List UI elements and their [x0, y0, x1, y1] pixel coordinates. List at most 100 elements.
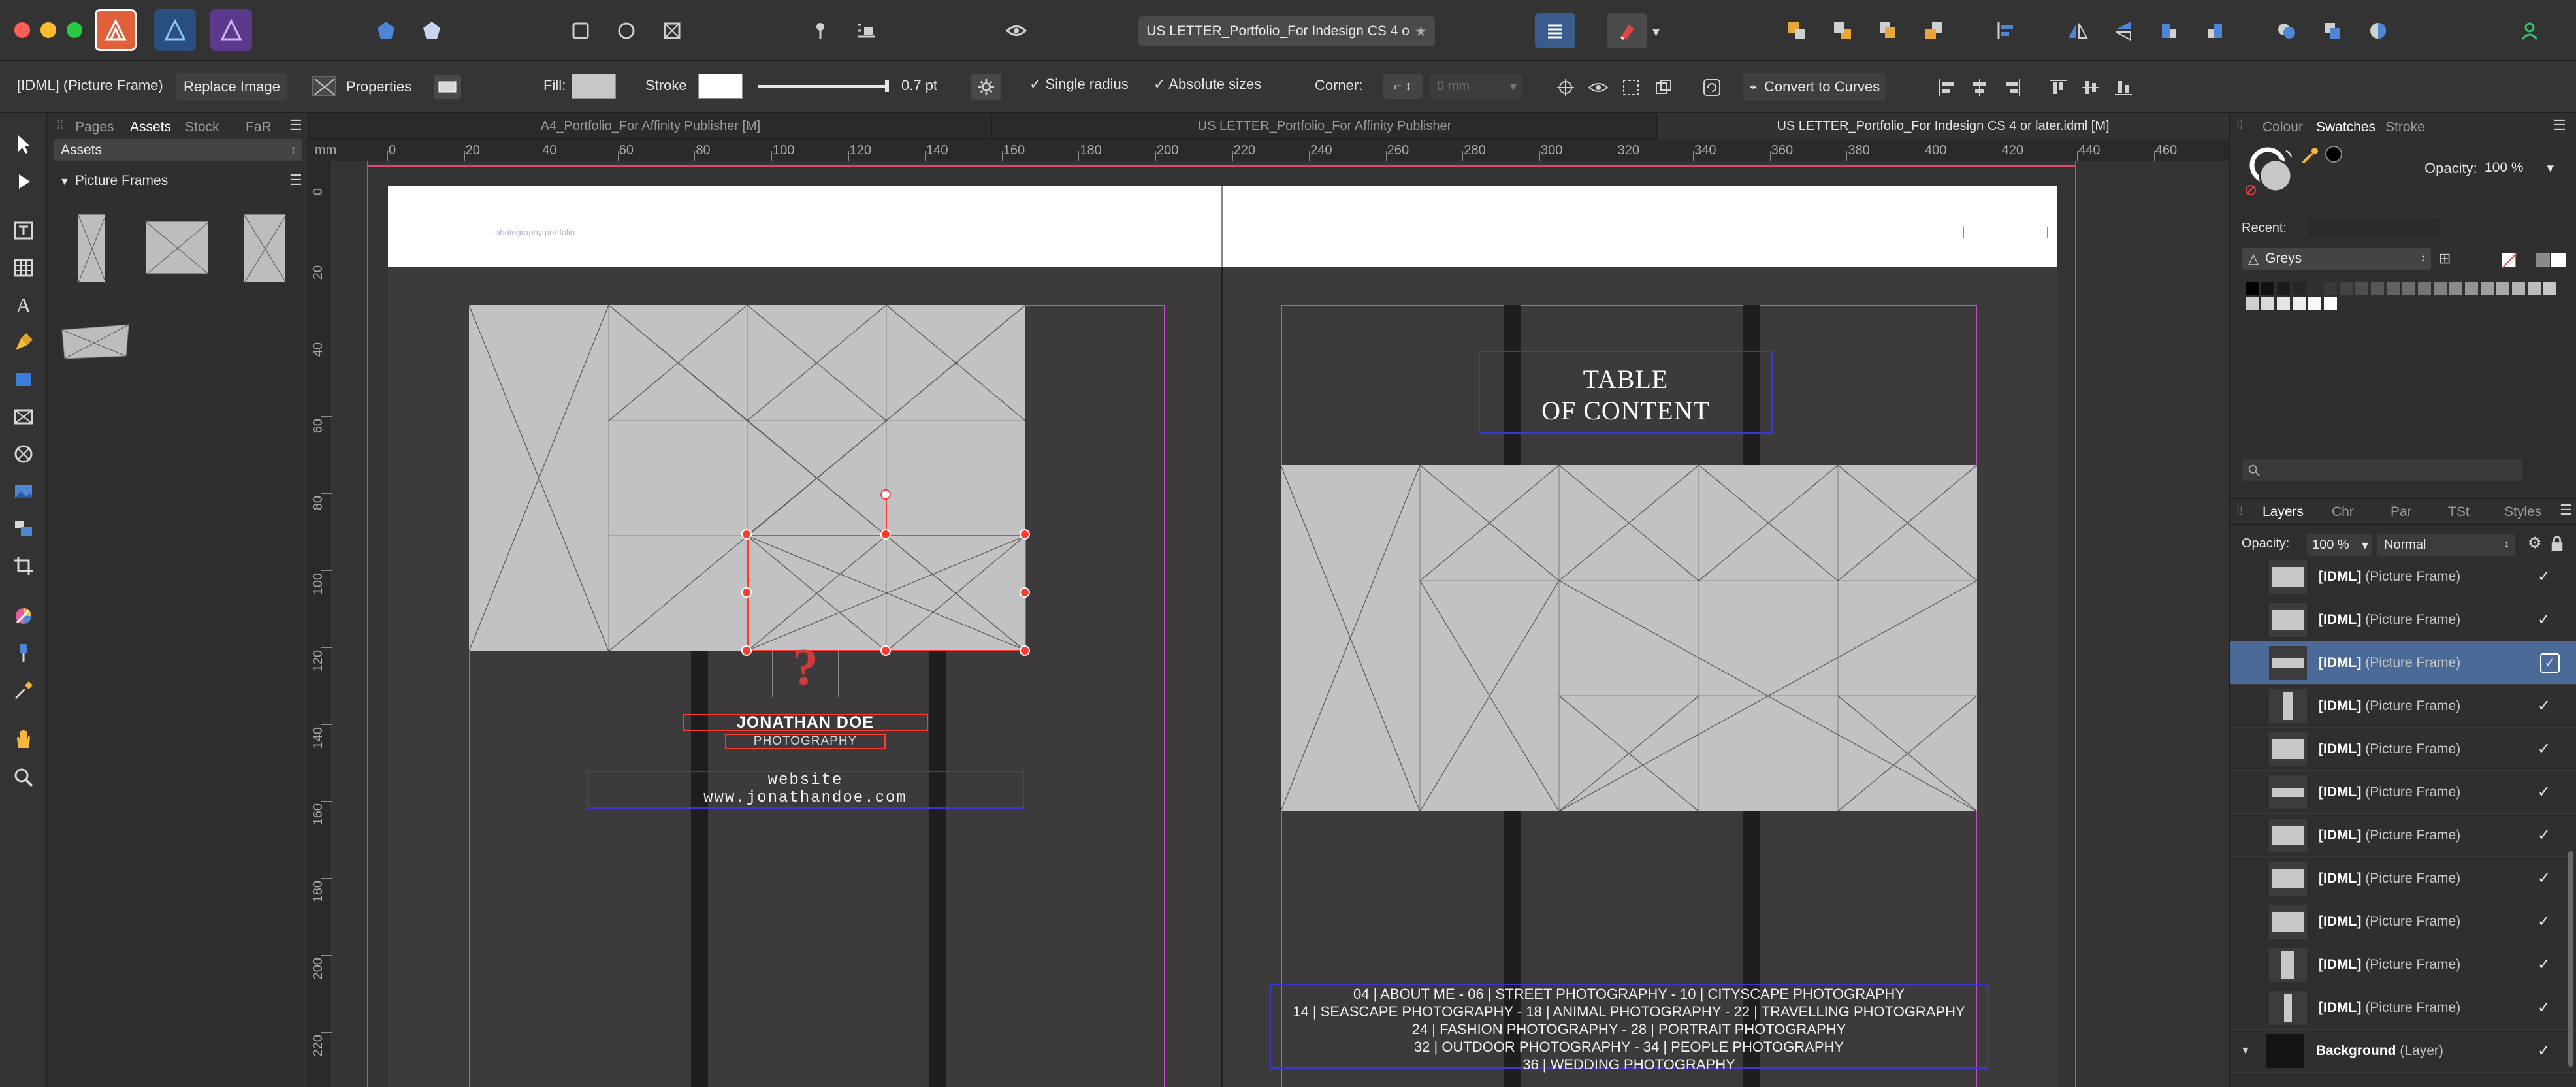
grey-swatch[interactable]	[2261, 282, 2274, 295]
preflight-icon[interactable]	[411, 13, 452, 48]
toc-text-frame[interactable]: 04 | ABOUT ME - 06 | STREET PHOTOGRAPHY …	[1270, 984, 1988, 1073]
disclosure-triangle-icon[interactable]: ▼	[2240, 1045, 2251, 1057]
tab-layers[interactable]: Layers	[2262, 504, 2304, 520]
grey-swatch[interactable]	[2355, 282, 2368, 295]
header-text-frame[interactable]: photography portfolio	[492, 227, 624, 238]
fill-swatch[interactable]	[572, 74, 616, 99]
tab-par[interactable]: Par	[2391, 504, 2412, 520]
asset-picture-frame-wide[interactable]	[146, 221, 210, 275]
asset-picture-frame-tall[interactable]	[78, 214, 106, 284]
boolean-subtract-icon[interactable]	[2312, 13, 2353, 48]
layer-visibility-checkbox[interactable]: ✓	[2537, 998, 2551, 1017]
color-picker-tool-icon[interactable]	[5, 674, 42, 707]
grey-swatch[interactable]	[2246, 282, 2259, 295]
layer-visibility-checkbox[interactable]: ✓	[2537, 826, 2551, 845]
grid-view-icon[interactable]: ⊞	[2439, 250, 2451, 267]
align-left-icon[interactable]	[1986, 13, 2026, 48]
black-swatch-icon[interactable]	[2325, 146, 2342, 163]
place-image-tool-icon[interactable]	[5, 475, 42, 508]
grey-swatch[interactable]	[2246, 297, 2259, 310]
layer-row[interactable]: [IDML] (Picture Frame) ✓	[2230, 857, 2576, 900]
tab-stock[interactable]: Stock	[185, 120, 219, 135]
layer-row[interactable]: [IDML] (Picture Frame) ✓	[2230, 771, 2576, 814]
settings-gear-icon[interactable]	[971, 74, 1001, 100]
grey-swatch[interactable]	[2324, 297, 2337, 310]
document-title[interactable]: US LETTER_Portfolio_For Indesign CS 4 o …	[1138, 16, 1435, 46]
minimize-window-button[interactable]	[40, 22, 56, 38]
grey-swatch-icon[interactable]	[2536, 253, 2550, 267]
fill-tool-icon[interactable]	[5, 600, 42, 632]
grey-swatch[interactable]	[2543, 282, 2556, 295]
align-right-edges-icon[interactable]	[1992, 70, 2033, 105]
tab-swatches[interactable]: Swatches	[2316, 120, 2375, 135]
selected-picture-frame[interactable]	[747, 535, 1026, 651]
flip-vertical-icon[interactable]	[2103, 13, 2144, 48]
align-bottom-icon[interactable]	[2103, 70, 2144, 105]
horizontal-ruler[interactable]: mm 0 20 40 60 80 100 120 140 160 180 200 220 240 260 2…	[310, 139, 2229, 161]
tab-pages[interactable]: Pages	[75, 120, 114, 135]
tab-tst[interactable]: TSt	[2448, 504, 2470, 520]
document-canvas[interactable]: photography portfolio ? JONATHAN DOE PHO…	[332, 161, 2229, 1087]
layers-opacity-field[interactable]: 100 % ▾	[2307, 534, 2372, 556]
layer-row[interactable]: [IDML] (Picture Frame) ✓	[2230, 986, 2576, 1030]
convert-to-curves-button[interactable]: ⌁ Convert to Curves	[1743, 73, 1886, 101]
resize-handle-bc[interactable]	[880, 645, 891, 656]
arrange-back-icon[interactable]	[1777, 13, 1817, 48]
palette-dropdown[interactable]: △ Greys ↕	[2242, 248, 2431, 270]
layer-visibility-checkbox[interactable]: ✓	[2537, 567, 2551, 586]
grey-swatch[interactable]	[2402, 282, 2415, 295]
stroke-width-slider-handle[interactable]	[885, 80, 889, 92]
grey-swatch[interactable]	[2293, 282, 2306, 295]
layer-row-background[interactable]: ▼ Background (Layer) ✓	[2230, 1030, 2576, 1073]
assets-dropdown[interactable]: Assets ↕	[54, 139, 302, 161]
affinity-photo-icon[interactable]	[210, 9, 252, 51]
panel-menu-icon[interactable]: ☰	[2553, 117, 2566, 134]
header-page-number-frame[interactable]	[1963, 227, 2048, 238]
grey-swatch[interactable]	[2449, 282, 2462, 295]
grey-swatch[interactable]	[2387, 282, 2400, 295]
category-menu-icon[interactable]: ☰	[289, 172, 302, 189]
resize-handle-tl[interactable]	[741, 529, 752, 540]
corner-value-field[interactable]: 0 mm ▾	[1430, 74, 1522, 99]
resize-handle-ml[interactable]	[741, 587, 752, 598]
text-wrap-icon[interactable]	[846, 13, 886, 48]
corner-type-dropdown[interactable]: ⌐ ↕	[1383, 74, 1423, 99]
grey-swatch[interactable]	[2277, 297, 2290, 310]
website-text-frame[interactable]: website www.jonathandoe.com	[587, 771, 1024, 809]
none-swatch-icon[interactable]	[2502, 253, 2517, 268]
maximize-window-button[interactable]	[67, 22, 82, 38]
grey-swatch[interactable]	[2324, 282, 2337, 295]
white-swatch-icon[interactable]	[2551, 253, 2566, 267]
refresh-icon[interactable]	[1692, 70, 1732, 105]
asset-picture-frame-skewed[interactable]	[61, 323, 130, 360]
rotate-right-icon[interactable]	[2195, 13, 2235, 48]
resize-handle-mr[interactable]	[1020, 587, 1030, 598]
view-mode-icon[interactable]	[1535, 13, 1575, 48]
grey-swatch[interactable]	[2481, 282, 2494, 295]
layer-visibility-checkbox[interactable]: ✓	[2537, 696, 2551, 715]
layer-row[interactable]: [IDML] (Picture Frame) ✓	[2230, 728, 2576, 771]
arrange-front-icon[interactable]	[1914, 13, 1954, 48]
resize-handle-tc[interactable]	[880, 529, 891, 540]
hand-tool-icon[interactable]	[5, 724, 42, 756]
grey-swatch[interactable]	[2293, 297, 2306, 310]
tab-styles[interactable]: Styles	[2504, 504, 2541, 520]
picture-frame-tool-icon[interactable]	[5, 400, 42, 433]
panel-menu-icon[interactable]: ☰	[289, 117, 302, 134]
artistic-text-tool-icon[interactable]: A	[5, 289, 42, 321]
stroke-width-slider[interactable]	[758, 85, 888, 88]
tab-us-letter-indesign[interactable]: US LETTER_Portfolio_For Indesign CS 4 or…	[1658, 113, 2229, 139]
snapping-dropdown-icon[interactable]: ▾	[1652, 24, 1660, 41]
grey-swatch[interactable]	[2371, 282, 2384, 295]
layer-visibility-checkbox[interactable]: ✓	[2537, 739, 2551, 758]
vertical-ruler[interactable]: 0 20 40 60 80 100 120 140 160 180 200 220	[310, 161, 332, 1087]
stroke-width-value[interactable]: 0.7 pt	[901, 77, 937, 94]
table-tool-icon[interactable]	[5, 251, 42, 284]
grey-swatch[interactable]	[2512, 282, 2525, 295]
layer-visibility-checkbox[interactable]: ✓	[2537, 955, 2551, 974]
grey-swatch[interactable]	[2434, 282, 2447, 295]
arrange-backward-icon[interactable]	[1822, 13, 1863, 48]
boolean-add-icon[interactable]	[2266, 13, 2307, 48]
fill-stroke-toggle-icon[interactable]	[434, 75, 461, 99]
close-window-button[interactable]	[14, 22, 30, 38]
